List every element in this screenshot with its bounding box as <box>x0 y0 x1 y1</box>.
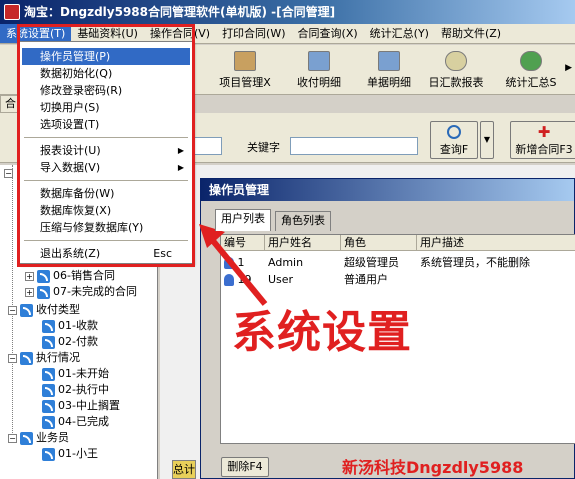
project-manage-button[interactable]: 项目管理X <box>214 49 276 91</box>
submenu-arrow-icon: ▶ <box>177 146 184 155</box>
menu-item-options[interactable]: 选项设置(T) <box>22 116 190 133</box>
collapse-icon[interactable]: − <box>8 353 17 363</box>
filter-field[interactable] <box>190 137 222 155</box>
menu-separator <box>24 180 188 181</box>
watermark: 新汤科技Dngzdly5988 <box>342 458 524 477</box>
menu-item-exit[interactable]: 退出系统(Z) Esc <box>22 245 190 262</box>
tree-node-in-progress[interactable]: 02-执行中 <box>42 382 109 398</box>
project-icon <box>234 51 256 71</box>
menu-item-operator-manage[interactable]: 操作员管理(P) <box>22 48 190 65</box>
tree-node-xiaowang[interactable]: 01-小王 <box>42 446 98 462</box>
left-tab[interactable]: 合 <box>0 95 20 113</box>
node-icon <box>20 351 33 365</box>
query-button[interactable]: 查询F <box>430 121 478 159</box>
menu-separator <box>24 240 188 241</box>
menu-item-db-compact[interactable]: 压缩与修复数据库(Y) <box>22 219 190 236</box>
collapse-icon[interactable]: − <box>4 168 13 178</box>
toolbar-overflow-icon[interactable]: ▶ <box>565 63 572 73</box>
tab-user-list[interactable]: 用户列表 <box>215 209 271 231</box>
user-desc-cell: 系统管理员，不能删除 <box>420 256 530 269</box>
tree-node-receipt[interactable]: 01-收款 <box>42 318 98 334</box>
node-icon <box>42 399 55 413</box>
payment-grid-icon <box>308 51 330 71</box>
menu-contract-query[interactable]: 合同查询(X) <box>292 24 364 43</box>
user-role-cell: 普通用户 <box>344 273 388 286</box>
tree-node-payment-type[interactable]: − 收付类型 <box>8 302 80 318</box>
system-settings-menu: 操作员管理(P) 数据初始化(Q) 修改登录密码(R) 切换用户(S) 选项设置… <box>19 41 193 264</box>
tree-node-unfinished[interactable]: +07-未完成的合同 <box>25 284 137 300</box>
node-icon <box>42 335 55 349</box>
column-header-name[interactable]: 用户姓名 <box>265 235 341 251</box>
node-icon <box>20 431 33 445</box>
tree-node-root[interactable]: − <box>4 165 16 181</box>
plus-icon: ✚ <box>537 123 551 141</box>
query-dropdown-button[interactable]: ▼ <box>480 121 494 159</box>
statistics-button[interactable]: 统计汇总S <box>500 49 562 91</box>
arrow-shaft <box>206 234 268 306</box>
keyword-label: 关键字 <box>247 141 280 154</box>
app-icon <box>4 4 20 20</box>
collapse-icon[interactable]: − <box>8 305 17 315</box>
keyword-input[interactable] <box>290 137 418 155</box>
tab-role-list[interactable]: 角色列表 <box>275 211 331 231</box>
magnifier-icon <box>447 125 461 139</box>
tree-node-execution[interactable]: − 执行情况 <box>8 350 80 366</box>
node-icon <box>20 303 33 317</box>
tree-node-not-started[interactable]: 01-未开始 <box>42 366 109 382</box>
menu-item-db-restore[interactable]: 数据库恢复(X) <box>22 202 190 219</box>
payment-detail-button[interactable]: 收付明细 <box>290 49 348 91</box>
menu-item-switch-user[interactable]: 切换用户(S) <box>22 99 190 116</box>
node-icon <box>42 319 55 333</box>
menu-separator <box>24 137 188 138</box>
annotation-text: 系统设置 <box>232 307 412 358</box>
menu-help[interactable]: 帮助文件(Z) <box>435 24 507 43</box>
dialog-title: 操作员管理 <box>201 179 574 201</box>
title-bar: 淘宝：Dngzdly5988合同管理软件(单机版) -[合同管理] <box>0 0 575 24</box>
delete-button[interactable]: 删除F4 <box>221 457 269 477</box>
menu-print-contract[interactable]: 打印合同(W) <box>216 24 291 43</box>
menu-item-db-backup[interactable]: 数据库备份(W) <box>22 185 190 202</box>
tree-node-completed[interactable]: 04-已完成 <box>42 414 109 430</box>
receipt-detail-button[interactable]: 单据明细 <box>360 49 418 91</box>
expand-icon[interactable]: + <box>25 287 34 297</box>
submenu-arrow-icon: ▶ <box>177 163 184 172</box>
node-icon <box>42 447 55 461</box>
tree-node-payout[interactable]: 02-付款 <box>42 334 98 350</box>
total-cell: 总计 <box>172 460 196 479</box>
collapse-icon[interactable]: − <box>8 433 17 443</box>
receipt-grid-icon <box>378 51 400 71</box>
node-icon <box>37 269 50 283</box>
clock-icon <box>445 51 467 71</box>
new-contract-button[interactable]: ✚ 新增合同F3 <box>510 121 575 159</box>
tree-node-suspended[interactable]: 03-中止搁置 <box>42 398 120 414</box>
node-icon <box>37 285 50 299</box>
menu-item-import-data[interactable]: 导入数据(V) ▶ <box>22 159 190 176</box>
column-header-role[interactable]: 角色 <box>341 235 417 251</box>
expand-icon[interactable]: + <box>25 271 34 281</box>
menu-item-report-design[interactable]: 报表设计(U) ▶ <box>22 142 190 159</box>
column-header-desc[interactable]: 用户描述 <box>417 235 575 251</box>
menu-item-data-init[interactable]: 数据初始化(Q) <box>22 65 190 82</box>
menu-statistics[interactable]: 统计汇总(Y) <box>364 24 435 43</box>
exit-shortcut: Esc <box>153 247 172 260</box>
chart-icon <box>520 51 542 71</box>
window-title: 淘宝：Dngzdly5988合同管理软件(单机版) -[合同管理] <box>24 5 336 19</box>
tree-node-sales[interactable]: +06-销售合同 <box>25 268 115 284</box>
menu-item-change-password[interactable]: 修改登录密码(R) <box>22 82 190 99</box>
daily-report-button[interactable]: 日汇款报表 <box>424 49 488 91</box>
tree-node-salesperson[interactable]: − 业务员 <box>8 430 69 446</box>
user-role-cell: 超级管理员 <box>344 256 399 269</box>
tree-line <box>12 165 13 437</box>
node-icon <box>42 415 55 429</box>
node-icon <box>42 383 55 397</box>
node-icon <box>42 367 55 381</box>
